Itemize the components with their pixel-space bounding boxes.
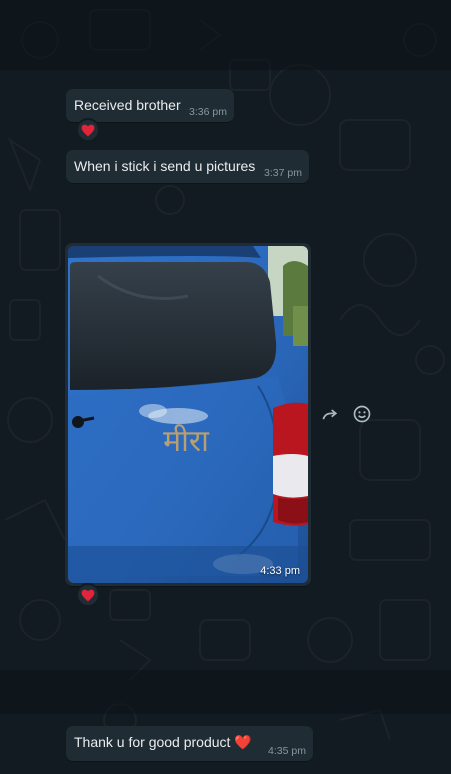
message-bubble[interactable]: Thank u for good product ❤️ 4:35 pm: [66, 726, 313, 761]
shade-band: [0, 0, 451, 70]
car-photo[interactable]: मीरा 4:33 pm: [68, 246, 308, 583]
heart-reaction[interactable]: [76, 118, 100, 142]
heart-icon: [81, 589, 95, 601]
emoji-icon[interactable]: [352, 404, 372, 424]
message-timestamp: 3:37 pm: [264, 167, 302, 179]
shade-band: [0, 670, 451, 714]
image-timestamp: 4:33 pm: [260, 565, 300, 577]
forward-icon[interactable]: [320, 405, 340, 425]
message-text: When i stick i send u pictures: [74, 158, 256, 174]
svg-text:मीरा: मीरा: [163, 424, 210, 459]
message-timestamp: 4:35 pm: [268, 745, 306, 757]
message-bubble[interactable]: Received brother 3:36 pm: [66, 89, 234, 122]
car-photo-graphic: मीरा: [68, 246, 308, 583]
message-timestamp: 3:36 pm: [189, 106, 227, 118]
message-bubble[interactable]: When i stick i send u pictures 3:37 pm: [66, 150, 309, 183]
heart-icon: [81, 124, 95, 136]
message-text: Thank u for good product ❤️: [74, 734, 252, 750]
message-text: Received brother: [74, 97, 181, 113]
heart-reaction[interactable]: [76, 583, 100, 607]
